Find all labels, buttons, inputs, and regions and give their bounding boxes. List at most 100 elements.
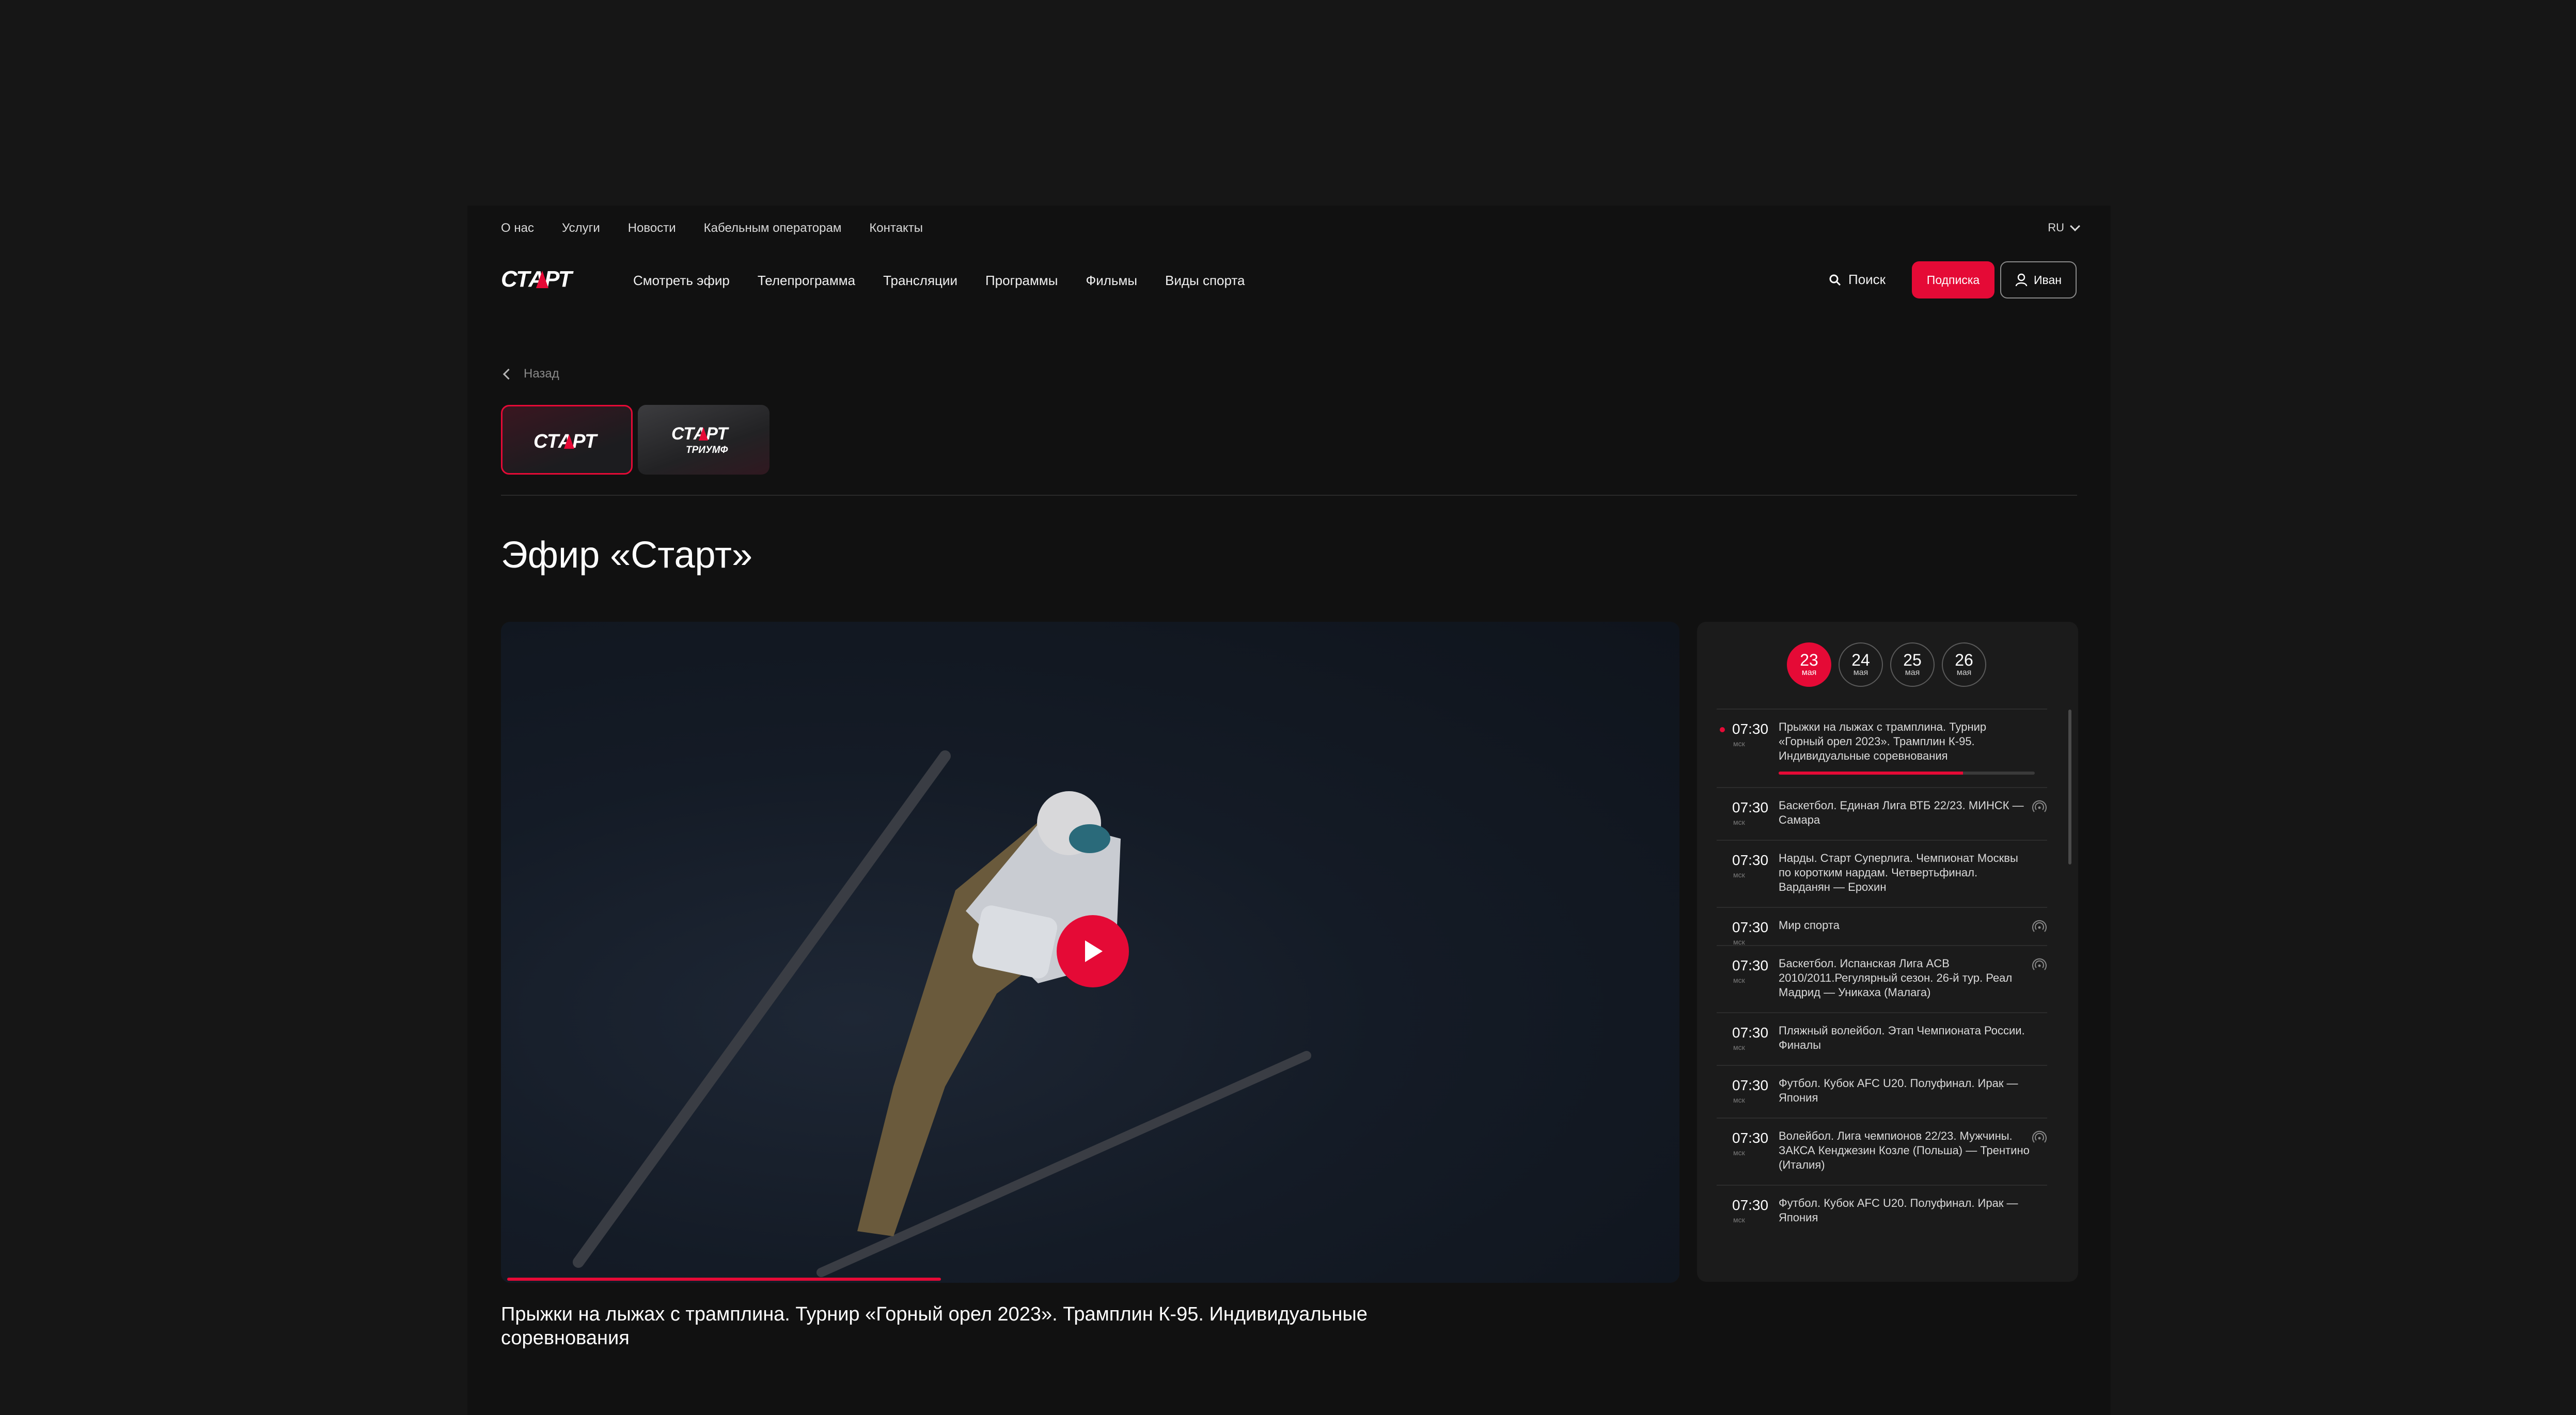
language-label: RU <box>2048 221 2064 234</box>
schedule-title: Футбол. Кубок AFC U20. Полуфинал. Ирак —… <box>1779 1197 2018 1224</box>
svg-text:ТРИУМФ: ТРИУМФ <box>686 445 728 455</box>
schedule-item[interactable]: 07:30 мск Нарды. Старт Суперлига. Чемпиона… <box>1717 840 2047 907</box>
schedule-time: 07:30 <box>1732 799 1769 815</box>
schedule-title: Мир спорта <box>1779 919 1840 932</box>
broadcast-icon <box>2032 1130 2047 1143</box>
date-chip[interactable]: 25 мая <box>1890 642 1935 687</box>
start-logo[interactable]: СТАРТ <box>501 266 590 292</box>
channel-tile-start-triumph[interactable]: СТАРТ ТРИУМФ <box>638 405 769 475</box>
channel-logo-start: СТАРТ <box>533 431 598 452</box>
play-button[interactable] <box>1057 915 1129 987</box>
schedule-timezone: мск <box>1733 818 1745 826</box>
utility-link-news[interactable]: Новости <box>628 221 676 235</box>
date-day: 24 <box>1851 651 1870 669</box>
broadcast-icon <box>2032 800 2047 812</box>
channel-tile-start[interactable]: СТАРТ <box>501 405 633 475</box>
video-player[interactable] <box>501 622 1679 1283</box>
schedule-title: Баскетбол. Испанская Лига ACB 2010/2011.… <box>1779 957 2013 999</box>
schedule-item[interactable]: 07:30 мск Баскетбол. Единая Лига ВТБ 22/23… <box>1717 787 2047 840</box>
schedule-item[interactable]: 07:30 мск Волейбол. Лига чемпионов 22/23. … <box>1717 1118 2047 1185</box>
utility-link-contacts[interactable]: Контакты <box>869 221 923 235</box>
nav-tv-program[interactable]: Телепрограмма <box>758 273 855 289</box>
utility-link-services[interactable]: Услуги <box>562 221 600 235</box>
nav-films[interactable]: Фильмы <box>1086 273 1137 289</box>
schedule-time: 07:30 <box>1732 852 1769 868</box>
svg-text:СТАРТ: СТАРТ <box>671 424 730 444</box>
schedule-time: 07:30 <box>1732 919 1769 935</box>
date-picker: 23 мая 24 мая 25 мая 26 мая <box>1787 642 1986 687</box>
schedule-timezone: мск <box>1733 1149 1745 1157</box>
date-chip[interactable]: 23 мая <box>1787 642 1831 687</box>
back-link[interactable]: Назад <box>502 367 559 381</box>
utility-links: О нас Услуги Новости Кабельным оператора… <box>501 221 923 235</box>
user-button[interactable]: Иван <box>2000 261 2077 298</box>
chevron-left-icon <box>502 368 514 380</box>
date-day: 23 <box>1800 651 1818 669</box>
schedule-progress-bar <box>1779 772 2035 775</box>
nav-programs[interactable]: Программы <box>985 273 1058 289</box>
video-caption: Прыжки на лыжах с трамплина. Турнир «Гор… <box>501 1303 1368 1349</box>
date-day: 25 <box>1903 651 1922 669</box>
schedule-title: Пляжный волейбол. Этап Чемпионата России… <box>1779 1024 2025 1051</box>
date-chip[interactable]: 26 мая <box>1942 642 1986 687</box>
schedule-timezone: мск <box>1733 1216 1745 1224</box>
schedule-item[interactable]: 07:30 мск Футбол. Кубок AFC U20. Полуфинал… <box>1717 1185 2047 1237</box>
schedule-item[interactable]: 07:30 мск Баскетбол. Испанская Лига ACB 20… <box>1717 945 2047 1012</box>
date-chip[interactable]: 24 мая <box>1839 642 1883 687</box>
schedule-item[interactable]: 07:30 мск Пляжный волейбол. Этап Чемпионат… <box>1717 1012 2047 1065</box>
schedule-time: 07:30 <box>1732 721 1769 737</box>
utility-link-about[interactable]: О нас <box>501 221 534 235</box>
date-month: мая <box>1956 668 1972 677</box>
schedule-item[interactable]: 07:30 мск Мир спорта <box>1717 907 2047 946</box>
schedule-timezone: мск <box>1733 740 1745 748</box>
utility-link-cable-operators[interactable]: Кабельным операторам <box>704 221 842 235</box>
svg-text:СТАРТ: СТАРТ <box>533 431 598 452</box>
utility-bar: О нас Услуги Новости Кабельным оператора… <box>467 206 2111 250</box>
schedule-time: 07:30 <box>1732 1197 1769 1213</box>
schedule-time: 07:30 <box>1732 957 1769 973</box>
search-icon <box>1829 274 1841 286</box>
date-month: мая <box>1853 668 1868 677</box>
play-icon <box>1085 940 1103 962</box>
schedule-scrollbar[interactable] <box>2068 710 2071 864</box>
schedule-title: Баскетбол. Единая Лига ВТБ 22/23. МИНСК … <box>1779 799 2024 826</box>
user-name: Иван <box>2034 273 2062 287</box>
schedule-time: 07:30 <box>1732 1025 1769 1041</box>
schedule-timezone: мск <box>1733 1043 1745 1051</box>
chevron-down-icon <box>2070 221 2080 231</box>
schedule-title: Нарды. Старт Суперлига. Чемпионат Москвы… <box>1779 852 2018 893</box>
schedule-time: 07:30 <box>1732 1077 1769 1093</box>
nav-sports[interactable]: Виды спорта <box>1165 273 1245 289</box>
schedule-panel: 23 мая 24 мая 25 мая 26 мая 07:30 мск Прыжки на л… <box>1697 622 2078 1282</box>
subscribe-button[interactable]: Подписка <box>1912 261 1994 298</box>
broadcast-icon <box>2032 920 2047 932</box>
divider <box>501 495 2077 496</box>
search-label: Поиск <box>1848 272 1886 287</box>
nav-broadcasts[interactable]: Трансляции <box>883 273 957 289</box>
schedule-item[interactable]: 07:30 мск Футбол. Кубок AFC U20. Полуфинал… <box>1717 1065 2047 1118</box>
live-indicator <box>1720 727 1725 732</box>
search-button[interactable]: Поиск <box>1829 272 1886 288</box>
nav-watch-live[interactable]: Смотреть эфир <box>633 273 730 289</box>
schedule-timezone: мск <box>1733 1096 1745 1104</box>
language-select[interactable]: RU <box>2048 221 2080 234</box>
schedule-title: Футбол. Кубок AFC U20. Полуфинал. Ирак —… <box>1779 1077 2018 1104</box>
nav-links: Смотреть эфир Телепрограмма Трансляции П… <box>633 273 1245 289</box>
date-month: мая <box>1905 668 1920 677</box>
main-nav: СТАРТ Смотреть эфир Телепрограмма Трансл… <box>467 257 2111 303</box>
schedule-title: Волейбол. Лига чемпионов 22/23. Мужчины.… <box>1779 1129 2030 1171</box>
schedule-progress-fill <box>1779 772 1964 775</box>
schedule-time: 07:30 <box>1732 1130 1769 1146</box>
schedule-title: Прыжки на лыжах с трамплина. Турнир «Гор… <box>1779 720 1987 762</box>
schedule-item[interactable]: 07:30 мск Прыжки на лыжах с трамплина. Тур… <box>1717 709 2047 787</box>
page-title: Эфир «Старт» <box>501 534 752 576</box>
page-frame: О нас Услуги Новости Кабельным оператора… <box>467 206 2111 1415</box>
schedule-timezone: мск <box>1733 976 1745 984</box>
video-progress-bar[interactable] <box>507 1278 1679 1281</box>
channel-logo-start-triumph: СТАРТ ТРИУМФ <box>671 424 730 455</box>
user-icon <box>2015 273 2028 287</box>
video-progress-fill <box>507 1278 941 1281</box>
broadcast-icon <box>2032 958 2047 970</box>
schedule-timezone: мск <box>1733 871 1745 879</box>
back-label: Назад <box>524 367 559 381</box>
